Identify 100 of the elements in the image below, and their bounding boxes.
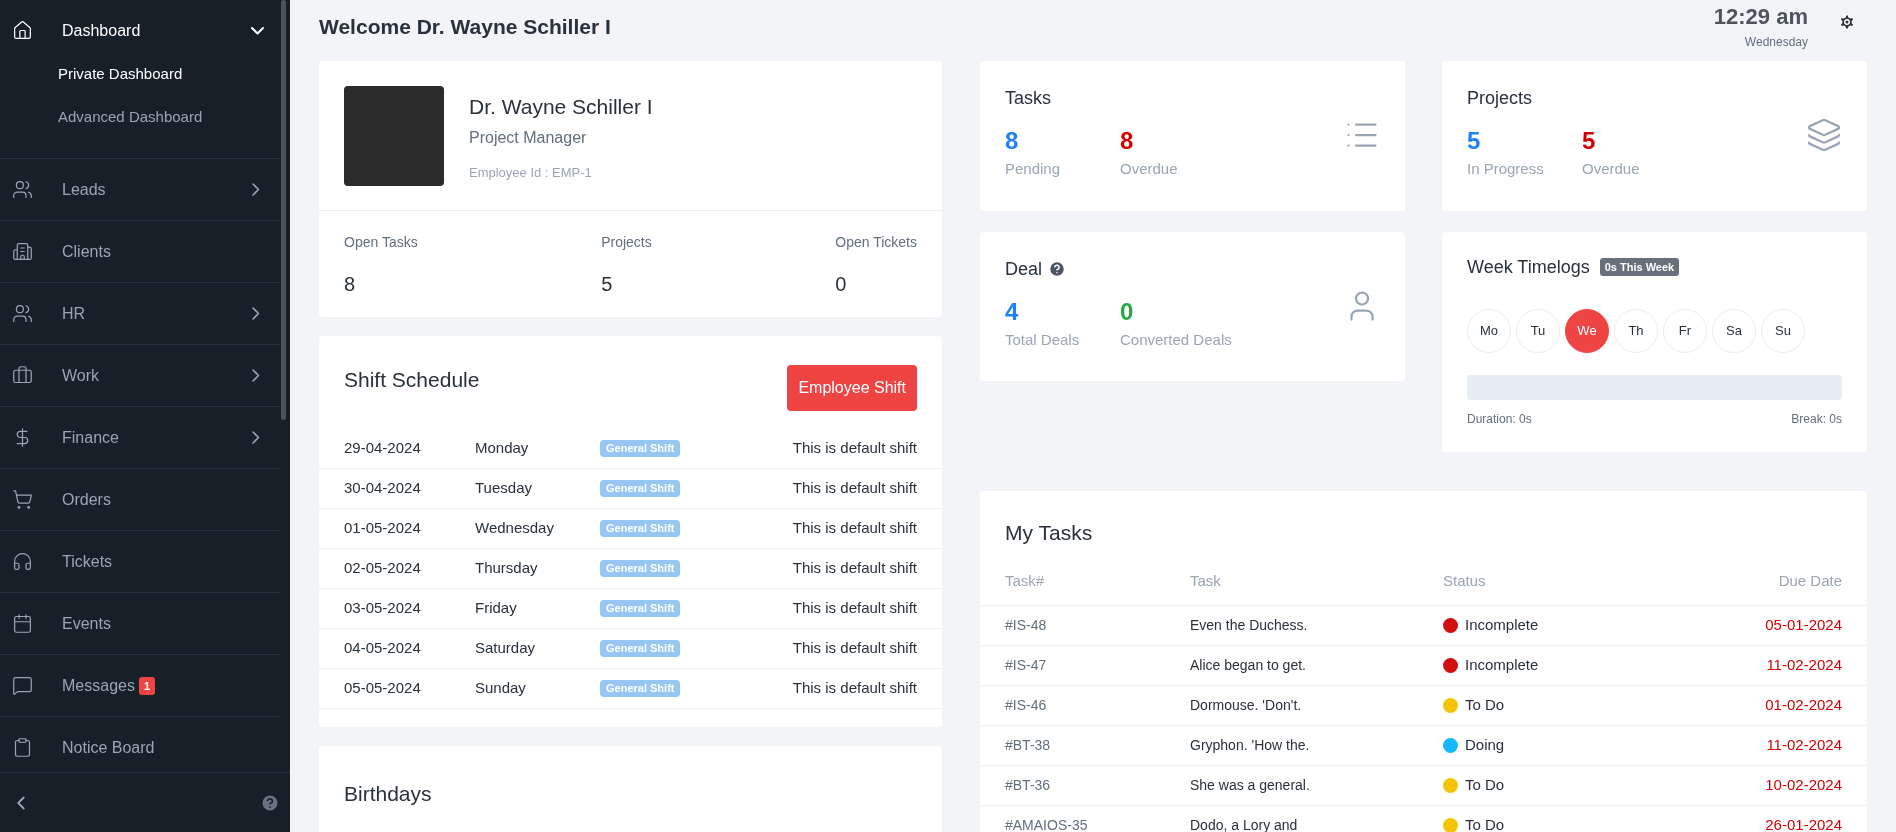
clock-day: Wednesday <box>1713 33 1808 51</box>
table-cell-text: Friday <box>475 598 518 619</box>
task-link[interactable]: Dormouse. 'Don't. <box>1190 694 1443 716</box>
chevron-right-icon <box>252 307 260 320</box>
stat-label: Projects <box>601 233 652 252</box>
sidebar-item[interactable]: Notice Board <box>0 717 280 772</box>
stat-value: 5 <box>1467 126 1482 156</box>
table-cell-text: 05-05-2024 <box>344 678 422 699</box>
layers-icon <box>1806 117 1842 153</box>
column-header: Due Date <box>1778 571 1842 591</box>
day-button[interactable]: Mo <box>1467 308 1511 353</box>
building-icon <box>12 241 33 262</box>
card-title: Shift Schedule <box>344 367 480 393</box>
sidebar-item[interactable]: Clients <box>0 221 280 282</box>
table-cell-text: #BT-38 <box>1005 735 1052 755</box>
day-button[interactable]: Th <box>1614 308 1658 353</box>
sidebar-item[interactable]: Leads <box>0 159 280 220</box>
cart-icon <box>12 489 33 510</box>
table-cell-text: 02-05-2024 <box>344 558 422 579</box>
table-cell-text: #AMAIOS-35 <box>1005 815 1089 832</box>
stat-label: In Progress <box>1467 159 1545 179</box>
profile-name: Dr. Wayne Schiller I <box>469 94 653 120</box>
card-title: Week Timelogs <box>1467 255 1590 279</box>
table-cell-text: Saturday <box>475 638 537 659</box>
table-cell-text: This is default shift <box>792 438 917 459</box>
help-icon[interactable] <box>260 792 280 813</box>
status-text: Incomplete <box>1465 614 1539 635</box>
chevron-down-icon <box>251 26 264 35</box>
duration-text: Duration: 0s <box>1467 410 1532 428</box>
employee-id: Employee Id : EMP-1 <box>469 163 593 182</box>
sidebar-item[interactable]: Messages 1 <box>0 655 280 716</box>
sidebar-item[interactable]: Tickets <box>0 531 280 592</box>
stat-value: 8 <box>1005 126 1020 156</box>
table-cell-text: 03-05-2024 <box>344 598 422 619</box>
shift-tag: General Shift <box>600 680 681 697</box>
status-text: Doing <box>1465 734 1505 755</box>
card-title: My Tasks <box>1004 519 1094 546</box>
due-date: 11-02-2024 <box>1766 654 1842 675</box>
shift-tag: General Shift <box>600 560 681 577</box>
due-date: 11-02-2024 <box>1766 734 1842 755</box>
stat-label: Overdue <box>1582 159 1640 179</box>
sidebar-item[interactable]: Orders <box>0 469 280 530</box>
table-cell-text: Wednesday <box>475 518 555 539</box>
stat-value: 0 <box>1120 296 1135 327</box>
briefcase-icon <box>12 365 33 386</box>
employee-shift-button[interactable]: Employee Shift <box>787 365 917 411</box>
table-cell-text: This is default shift <box>792 518 917 539</box>
day-button[interactable]: Fr <box>1663 308 1707 353</box>
stat-value: 5 <box>1582 126 1597 156</box>
card-title: Birthdays <box>344 782 432 805</box>
stat-value: 5 <box>601 272 614 297</box>
column-header: Status <box>1443 571 1486 591</box>
stat-label: Open Tickets <box>835 233 917 252</box>
table-cell-text: Sunday <box>475 678 527 699</box>
due-date: 26-01-2024 <box>1765 814 1842 832</box>
table-cell-text: 29-04-2024 <box>344 438 422 459</box>
day-button[interactable]: Su <box>1761 308 1805 353</box>
shift-tag: General Shift <box>600 600 681 617</box>
submenu-item[interactable]: Advanced Dashboard <box>0 95 280 138</box>
task-link[interactable]: Alice began to get. <box>1190 654 1443 676</box>
column-header: Task# <box>1005 571 1046 591</box>
settings-icon[interactable] <box>1838 13 1856 31</box>
table-cell-text: This is default shift <box>792 678 917 699</box>
due-date: 01-02-2024 <box>1765 694 1842 715</box>
sidebar-item[interactable]: HR <box>0 283 280 344</box>
calendar-icon <box>12 613 33 634</box>
day-button[interactable]: Sa <box>1712 308 1756 353</box>
task-link[interactable]: She was a general. <box>1190 774 1443 796</box>
chevron-right-icon <box>252 183 260 196</box>
home-icon <box>12 20 33 41</box>
task-link[interactable]: Gryphon. 'How the. <box>1190 734 1443 756</box>
profile-role: Project Manager <box>469 127 588 148</box>
week-total-badge: 0s This Week <box>1599 258 1680 276</box>
table-cell-text: 01-05-2024 <box>344 518 422 539</box>
table-cell-text: This is default shift <box>792 598 917 619</box>
task-link[interactable]: Even the Duchess. <box>1190 614 1443 636</box>
sidebar-item[interactable]: Events <box>0 593 280 654</box>
table-cell-text: Tuesday <box>475 478 533 499</box>
due-date: 10-02-2024 <box>1765 774 1842 795</box>
page-title: Welcome Dr. Wayne Schiller I <box>319 14 611 40</box>
shift-tag: General Shift <box>600 640 681 657</box>
table-cell-text: This is default shift <box>792 478 917 499</box>
stat-value: 0 <box>835 272 848 297</box>
task-link[interactable]: Dodo, a Lory and <box>1190 814 1443 832</box>
column-header: Task <box>1190 571 1222 591</box>
break-text: Break: 0s <box>1791 410 1842 428</box>
stat-label: Total Deals <box>1005 329 1081 350</box>
clock-time: 12:29 am <box>1713 5 1808 29</box>
sidebar-item[interactable]: Work <box>0 345 280 406</box>
day-button[interactable]: Tu <box>1516 308 1560 353</box>
shift-tag: General Shift <box>600 440 681 457</box>
table-cell-text: This is default shift <box>792 558 917 579</box>
status-text: Incomplete <box>1465 654 1539 675</box>
sidebar-item[interactable]: Finance <box>0 407 280 468</box>
status-text: To Do <box>1465 694 1505 715</box>
clipboard-icon <box>12 737 33 758</box>
table-cell-text: #IS-46 <box>1005 695 1048 715</box>
status-text: To Do <box>1465 814 1505 832</box>
day-button[interactable]: We <box>1565 308 1609 353</box>
stat-label: Pending <box>1005 159 1062 179</box>
